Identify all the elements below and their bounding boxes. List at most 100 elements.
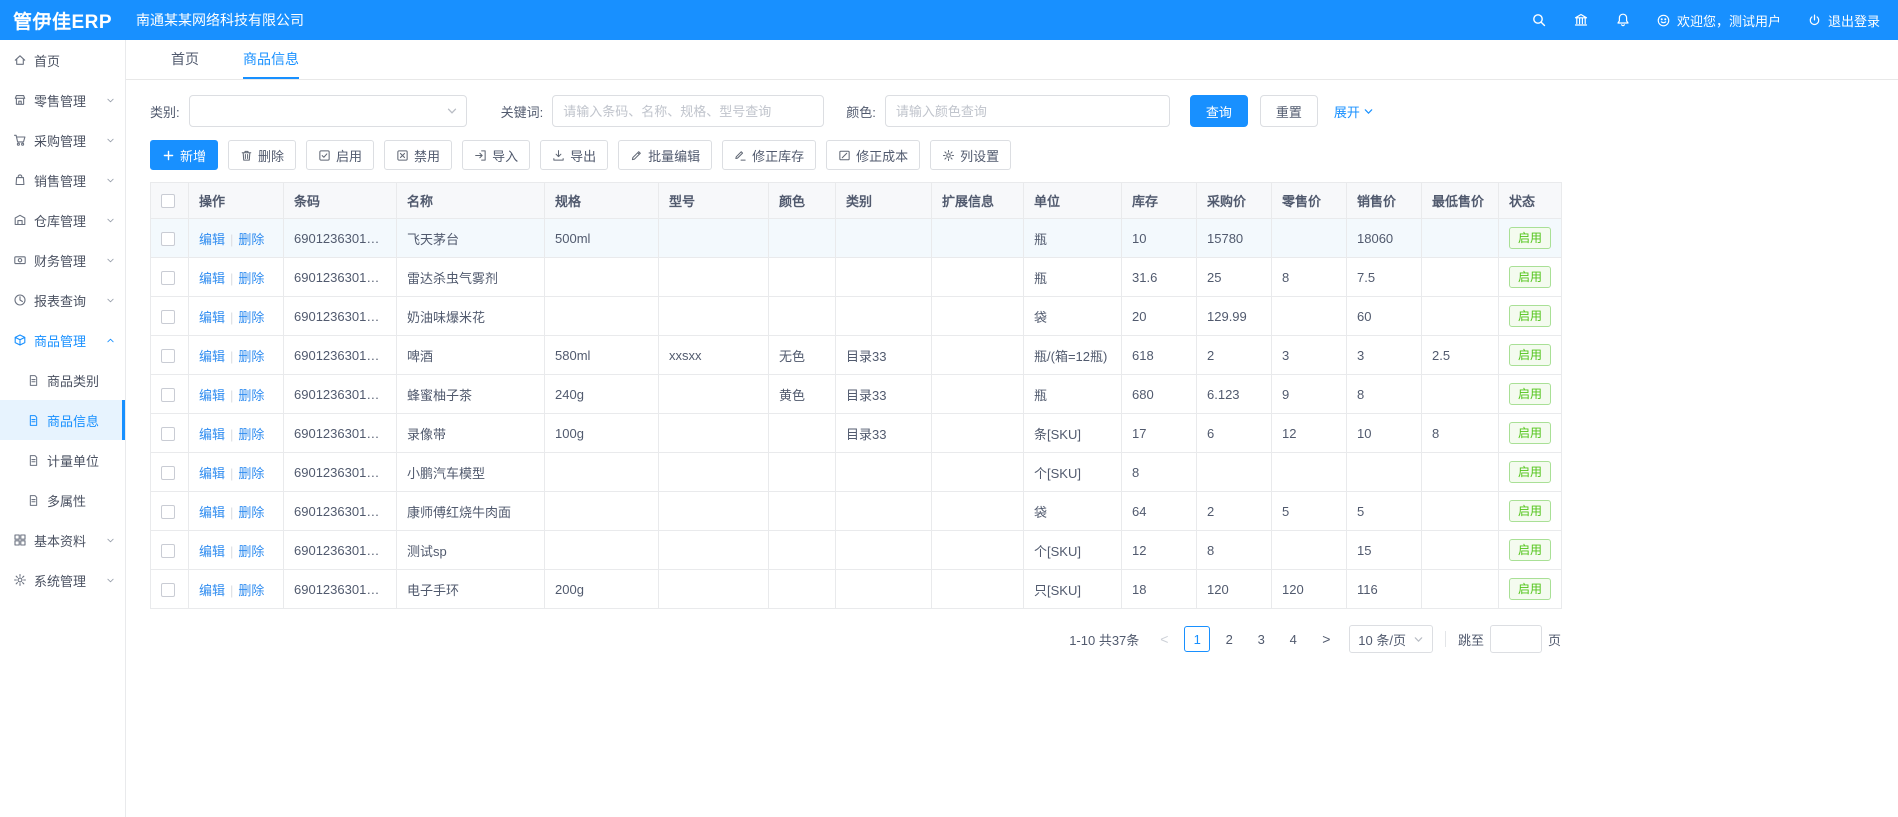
delete-link[interactable]: 删除 xyxy=(238,544,264,559)
category-select[interactable] xyxy=(189,95,467,127)
chevron-down-icon xyxy=(1413,634,1424,645)
sidebar-item-finance[interactable]: 财务管理 xyxy=(0,240,125,280)
page-2-button[interactable]: 2 xyxy=(1216,626,1242,652)
edit-link[interactable]: 编辑 xyxy=(199,544,225,559)
sidebar-item-purchase[interactable]: 采购管理 xyxy=(0,120,125,160)
delete-link[interactable]: 删除 xyxy=(238,271,264,286)
fix-stock-button[interactable]: 修正库存 xyxy=(722,140,816,170)
sidebar-item-basic-data[interactable]: 基本资料 xyxy=(0,520,125,560)
status-badge[interactable]: 启用 xyxy=(1509,539,1551,561)
welcome-user[interactable]: 欢迎您，测试用户 xyxy=(1656,11,1781,30)
top-header: 管伊佳ERP 南通某某网络科技有限公司 欢迎您，测试用户 退出登录 xyxy=(0,0,1898,40)
color-input[interactable] xyxy=(885,95,1170,127)
page-3-button[interactable]: 3 xyxy=(1248,626,1274,652)
delete-link[interactable]: 删除 xyxy=(238,310,264,325)
status-badge[interactable]: 启用 xyxy=(1509,344,1551,366)
tab-product-info[interactable]: 商品信息 xyxy=(243,40,299,79)
sidebar-item-sales[interactable]: 销售管理 xyxy=(0,160,125,200)
sidebar-subitem-product-category[interactable]: 商品类别 xyxy=(0,360,125,400)
import-button-label: 导入 xyxy=(492,146,518,165)
delete-link[interactable]: 删除 xyxy=(238,583,264,598)
row-checkbox[interactable] xyxy=(161,583,175,597)
delete-link[interactable]: 删除 xyxy=(238,232,264,247)
edit-link[interactable]: 编辑 xyxy=(199,349,225,364)
edit-link[interactable]: 编辑 xyxy=(199,232,225,247)
enable-icon xyxy=(318,149,331,162)
logout-button[interactable]: 退出登录 xyxy=(1807,11,1880,30)
row-checkbox[interactable] xyxy=(161,544,175,558)
sidebar-item-system[interactable]: 系统管理 xyxy=(0,560,125,600)
column-color: 颜色 xyxy=(769,183,836,219)
chevron-down-icon xyxy=(105,95,116,106)
sidebar-item-retail[interactable]: 零售管理 xyxy=(0,80,125,120)
delete-link[interactable]: 删除 xyxy=(238,388,264,403)
cell-ext xyxy=(932,297,1024,336)
select-all-checkbox[interactable] xyxy=(161,194,175,208)
edit-link[interactable]: 编辑 xyxy=(199,310,225,325)
table-row: 编辑|删除6901236301340奶油味爆米花袋20129.9960启用 xyxy=(151,297,1562,336)
delete-link[interactable]: 删除 xyxy=(238,427,264,442)
status-badge[interactable]: 启用 xyxy=(1509,227,1551,249)
prev-page-button[interactable]: < xyxy=(1153,631,1175,647)
row-checkbox[interactable] xyxy=(161,232,175,246)
page-size-select[interactable]: 10 条/页 xyxy=(1349,625,1433,653)
row-checkbox[interactable] xyxy=(161,427,175,441)
notification-bell-icon[interactable] xyxy=(1614,11,1632,29)
enable-button[interactable]: 启用 xyxy=(306,140,374,170)
column-category: 类别 xyxy=(836,183,932,219)
batch-edit-button[interactable]: 批量编辑 xyxy=(618,140,712,170)
export-button[interactable]: 导出 xyxy=(540,140,608,170)
chevron-down-icon xyxy=(105,255,116,266)
status-badge[interactable]: 启用 xyxy=(1509,461,1551,483)
jump-page-input[interactable] xyxy=(1490,625,1542,653)
row-checkbox[interactable] xyxy=(161,271,175,285)
status-badge[interactable]: 启用 xyxy=(1509,578,1551,600)
row-checkbox[interactable] xyxy=(161,310,175,324)
sidebar-subitem-measure-unit[interactable]: 计量单位 xyxy=(0,440,125,480)
delete-link[interactable]: 删除 xyxy=(238,505,264,520)
sidebar-subitem-multi-attribute[interactable]: 多属性 xyxy=(0,480,125,520)
keyword-input[interactable] xyxy=(552,95,824,127)
row-checkbox[interactable] xyxy=(161,505,175,519)
fix-cost-button[interactable]: 修正成本 xyxy=(826,140,920,170)
sidebar-item-warehouse[interactable]: 仓库管理 xyxy=(0,200,125,240)
status-badge[interactable]: 启用 xyxy=(1509,383,1551,405)
next-page-button[interactable]: > xyxy=(1315,631,1337,647)
edit-link[interactable]: 编辑 xyxy=(199,583,225,598)
add-button[interactable]: 新增 xyxy=(150,140,218,170)
logout-text: 退出登录 xyxy=(1828,11,1880,30)
edit-link[interactable]: 编辑 xyxy=(199,271,225,286)
edit-link[interactable]: 编辑 xyxy=(199,505,225,520)
sidebar-item-home[interactable]: 首页 xyxy=(0,40,125,80)
status-badge[interactable]: 启用 xyxy=(1509,422,1551,444)
page-4-button[interactable]: 4 xyxy=(1280,626,1306,652)
expand-link[interactable]: 展开 xyxy=(1334,102,1374,121)
search-icon[interactable] xyxy=(1530,11,1548,29)
sidebar-subitem-product-info[interactable]: 商品信息 xyxy=(0,400,125,440)
delete-button[interactable]: 删除 xyxy=(228,140,296,170)
tab-home[interactable]: 首页 xyxy=(171,40,199,79)
edit-link[interactable]: 编辑 xyxy=(199,427,225,442)
page-1-button[interactable]: 1 xyxy=(1184,626,1210,652)
sidebar-item-product[interactable]: 商品管理 xyxy=(0,320,125,360)
edit-link[interactable]: 编辑 xyxy=(199,466,225,481)
column-settings-button[interactable]: 列设置 xyxy=(930,140,1011,170)
row-checkbox[interactable] xyxy=(161,349,175,363)
delete-link[interactable]: 删除 xyxy=(238,349,264,364)
building-icon[interactable] xyxy=(1572,11,1590,29)
status-badge[interactable]: 启用 xyxy=(1509,305,1551,327)
status-badge[interactable]: 启用 xyxy=(1509,500,1551,522)
chevron-down-icon xyxy=(105,295,116,306)
row-checkbox[interactable] xyxy=(161,466,175,480)
delete-link[interactable]: 删除 xyxy=(238,466,264,481)
disable-button[interactable]: 禁用 xyxy=(384,140,452,170)
import-button[interactable]: 导入 xyxy=(462,140,530,170)
search-button[interactable]: 查询 xyxy=(1190,95,1248,127)
row-checkbox[interactable] xyxy=(161,388,175,402)
sidebar-item-report[interactable]: 报表查询 xyxy=(0,280,125,320)
table-row: 编辑|删除6901236301341雷达杀虫气雾剂瓶31.62587.5启用 xyxy=(151,258,1562,297)
edit-link[interactable]: 编辑 xyxy=(199,388,225,403)
reset-button[interactable]: 重置 xyxy=(1260,95,1318,127)
cell-min xyxy=(1422,492,1499,531)
status-badge[interactable]: 启用 xyxy=(1509,266,1551,288)
